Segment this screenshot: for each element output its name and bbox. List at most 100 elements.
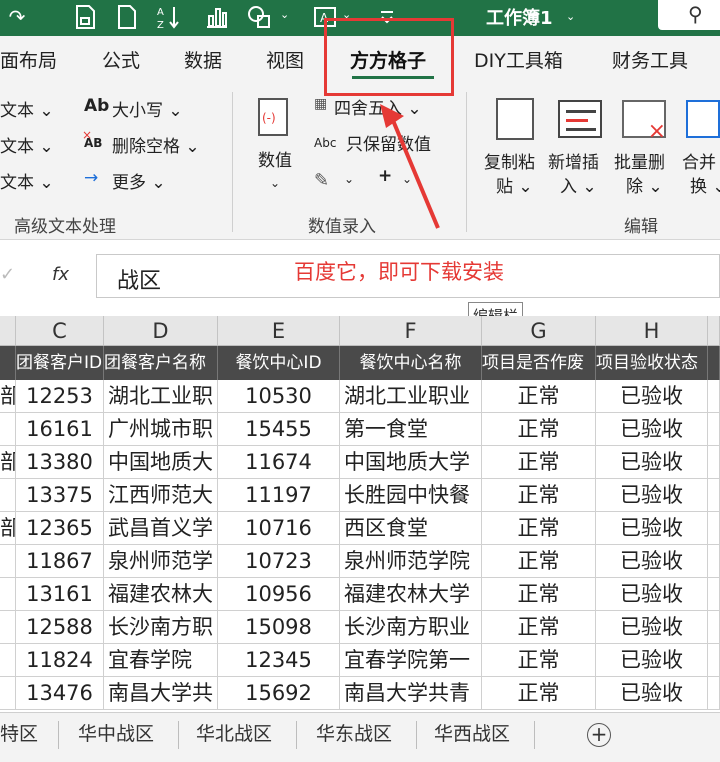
col-header-g[interactable]: G xyxy=(482,316,596,346)
table-cell-e[interactable]: 11674 xyxy=(218,446,340,479)
table-cell-i[interactable] xyxy=(708,644,720,677)
table-cell-g[interactable]: 正常 xyxy=(482,677,596,710)
table-cell-i[interactable] xyxy=(708,611,720,644)
table-cell-g[interactable]: 正常 xyxy=(482,512,596,545)
table-cell-h[interactable]: 已验收 xyxy=(596,545,708,578)
table-cell-e[interactable]: 11197 xyxy=(218,479,340,512)
col-header-e[interactable]: E xyxy=(218,316,340,346)
table-cell-h[interactable]: 已验收 xyxy=(596,644,708,677)
table-cell-g[interactable]: 正常 xyxy=(482,413,596,446)
header-cell-c[interactable]: 团餐客户ID xyxy=(16,346,104,380)
col-header-d[interactable]: D xyxy=(104,316,218,346)
add-sheet-button[interactable]: + xyxy=(587,723,611,747)
table-cell-g[interactable]: 正常 xyxy=(482,380,596,413)
table-cell-b[interactable] xyxy=(0,413,16,446)
table-cell-i[interactable] xyxy=(708,578,720,611)
table-cell-e[interactable]: 10956 xyxy=(218,578,340,611)
table-cell-h[interactable]: 已验收 xyxy=(596,380,708,413)
sheet-tab-east[interactable]: 华东战区 xyxy=(316,719,392,746)
col-header-h[interactable]: H xyxy=(596,316,708,346)
table-cell-c[interactable]: 12253 xyxy=(16,380,104,413)
table-cell-e[interactable]: 15098 xyxy=(218,611,340,644)
table-cell-e[interactable]: 12345 xyxy=(218,644,340,677)
confirm-icon[interactable]: ✓ xyxy=(0,264,15,285)
header-cell-b[interactable] xyxy=(0,346,16,380)
table-cell-f[interactable]: 宜春学院第一 xyxy=(340,644,482,677)
header-cell-d[interactable]: 团餐客户名称 xyxy=(104,346,218,380)
table-cell-d[interactable]: 泉州师范学 xyxy=(104,545,218,578)
table-cell-f[interactable]: 长胜园中快餐 xyxy=(340,479,482,512)
table-cell-g[interactable]: 正常 xyxy=(482,644,596,677)
table-cell-f[interactable]: 长沙南方职业 xyxy=(340,611,482,644)
table-cell-b[interactable]: 部 xyxy=(0,446,16,479)
table-cell-d[interactable]: 福建农林大 xyxy=(104,578,218,611)
table-cell-b[interactable] xyxy=(0,545,16,578)
table-cell-d[interactable]: 武昌首义学 xyxy=(104,512,218,545)
table-cell-e[interactable]: 10723 xyxy=(218,545,340,578)
table-cell-h[interactable]: 已验收 xyxy=(596,512,708,545)
table-cell-c[interactable]: 13161 xyxy=(16,578,104,611)
table-cell-b[interactable]: 部 xyxy=(0,512,16,545)
table-cell-h[interactable]: 已验收 xyxy=(596,413,708,446)
table-cell-h[interactable]: 已验收 xyxy=(596,479,708,512)
header-cell-h[interactable]: 项目验收状态 xyxy=(596,346,708,380)
table-cell-g[interactable]: 正常 xyxy=(482,479,596,512)
table-cell-d[interactable]: 宜春学院 xyxy=(104,644,218,677)
table-cell-i[interactable] xyxy=(708,446,720,479)
table-cell-e[interactable]: 10530 xyxy=(218,380,340,413)
sheet-tab-north[interactable]: 华北战区 xyxy=(196,719,272,746)
table-cell-d[interactable]: 湖北工业职 xyxy=(104,380,218,413)
table-cell-i[interactable] xyxy=(708,380,720,413)
table-cell-i[interactable] xyxy=(708,545,720,578)
table-cell-c[interactable]: 13380 xyxy=(16,446,104,479)
table-cell-d[interactable]: 长沙南方职 xyxy=(104,611,218,644)
table-cell-f[interactable]: 福建农林大学 xyxy=(340,578,482,611)
table-cell-c[interactable]: 11867 xyxy=(16,545,104,578)
sheet-tab-central[interactable]: 华中战区 xyxy=(78,719,154,746)
table-cell-g[interactable]: 正常 xyxy=(482,611,596,644)
table-cell-f[interactable]: 湖北工业职业 xyxy=(340,380,482,413)
col-header-f[interactable]: F xyxy=(340,316,482,346)
sheet-tab-special[interactable]: 特区 xyxy=(0,719,38,746)
table-cell-e[interactable]: 10716 xyxy=(218,512,340,545)
table-cell-b[interactable] xyxy=(0,677,16,710)
table-cell-b[interactable]: 部 xyxy=(0,380,16,413)
table-cell-b[interactable] xyxy=(0,578,16,611)
table-cell-f[interactable]: 南昌大学共青 xyxy=(340,677,482,710)
table-cell-i[interactable] xyxy=(708,677,720,710)
table-cell-d[interactable]: 南昌大学共 xyxy=(104,677,218,710)
table-cell-e[interactable]: 15692 xyxy=(218,677,340,710)
fx-icon[interactable]: fx xyxy=(52,264,69,285)
header-cell-f[interactable]: 餐饮中心名称 xyxy=(340,346,482,380)
table-cell-b[interactable] xyxy=(0,644,16,677)
table-cell-b[interactable] xyxy=(0,479,16,512)
table-cell-c[interactable]: 13375 xyxy=(16,479,104,512)
sheet-tab-west[interactable]: 华西战区 xyxy=(434,719,510,746)
table-cell-c[interactable]: 16161 xyxy=(16,413,104,446)
table-cell-d[interactable]: 广州城市职 xyxy=(104,413,218,446)
table-cell-c[interactable]: 12588 xyxy=(16,611,104,644)
table-cell-h[interactable]: 已验收 xyxy=(596,446,708,479)
table-cell-g[interactable]: 正常 xyxy=(482,446,596,479)
col-header-c[interactable]: C xyxy=(16,316,104,346)
table-cell-i[interactable] xyxy=(708,413,720,446)
header-cell-g[interactable]: 项目是否作废 xyxy=(482,346,596,380)
table-cell-f[interactable]: 泉州师范学院 xyxy=(340,545,482,578)
table-cell-c[interactable]: 13476 xyxy=(16,677,104,710)
table-cell-g[interactable]: 正常 xyxy=(482,545,596,578)
header-cell-e[interactable]: 餐饮中心ID xyxy=(218,346,340,380)
table-cell-h[interactable]: 已验收 xyxy=(596,578,708,611)
table-cell-c[interactable]: 11824 xyxy=(16,644,104,677)
table-cell-i[interactable] xyxy=(708,512,720,545)
col-header-b[interactable] xyxy=(0,316,16,346)
table-cell-e[interactable]: 15455 xyxy=(218,413,340,446)
table-cell-d[interactable]: 中国地质大 xyxy=(104,446,218,479)
table-cell-g[interactable]: 正常 xyxy=(482,578,596,611)
col-header-i[interactable] xyxy=(708,316,720,346)
table-cell-f[interactable]: 西区食堂 xyxy=(340,512,482,545)
table-cell-b[interactable] xyxy=(0,611,16,644)
table-cell-c[interactable]: 12365 xyxy=(16,512,104,545)
table-cell-i[interactable] xyxy=(708,479,720,512)
table-cell-d[interactable]: 江西师范大 xyxy=(104,479,218,512)
table-cell-h[interactable]: 已验收 xyxy=(596,677,708,710)
